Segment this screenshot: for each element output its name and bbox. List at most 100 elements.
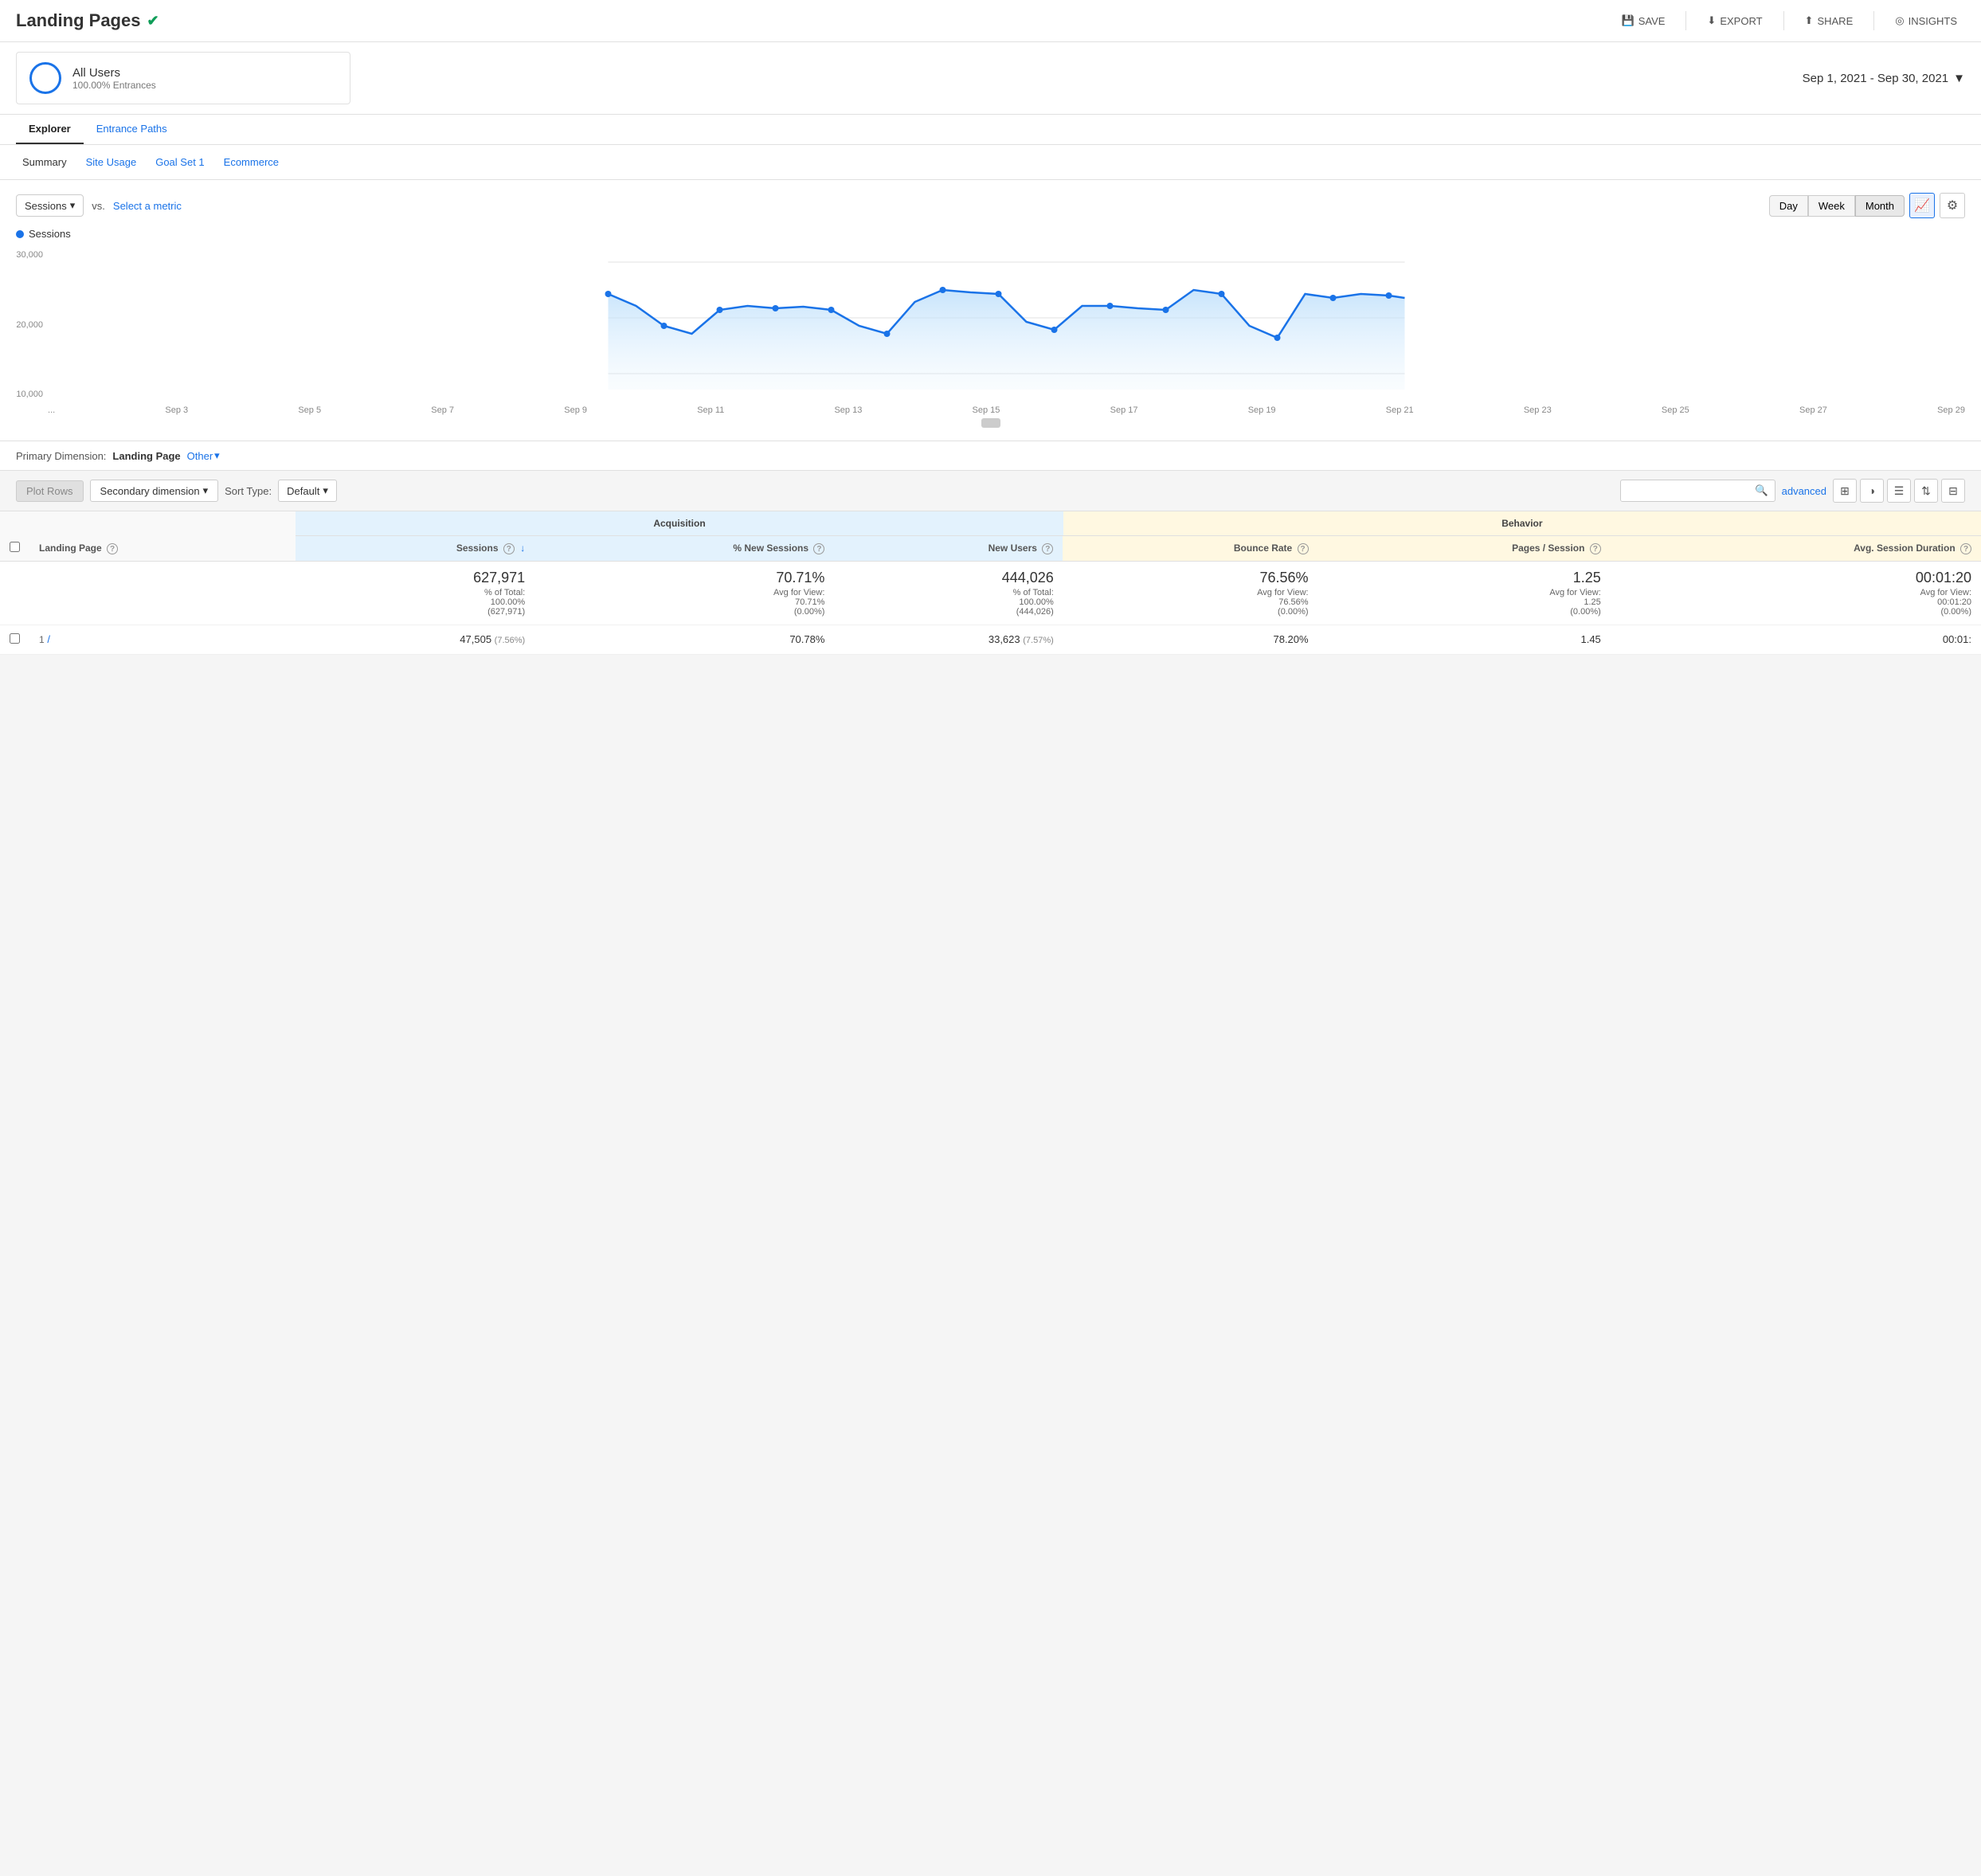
chevron-down-icon-sort: ▾: [323, 484, 328, 497]
page-title-section: Landing Pages ✔: [16, 10, 159, 31]
sort-type-label: Sort Type:: [225, 485, 272, 497]
scroll-handle-icon[interactable]: [981, 418, 1000, 428]
totals-bounce-cell: 76.56% Avg for View: 76.56% (0.00%): [1063, 562, 1318, 625]
subtab-goal-set[interactable]: Goal Set 1: [149, 153, 210, 171]
secondary-dimension-button[interactable]: Secondary dimension ▾: [90, 480, 219, 502]
day-button[interactable]: Day: [1769, 195, 1808, 217]
x-label-sep25: Sep 25: [1662, 405, 1689, 415]
row1-page-cell: 1 /: [29, 625, 296, 655]
sessions-chart: [48, 246, 1965, 405]
search-button[interactable]: 🔍: [1748, 480, 1775, 501]
line-chart-icon: 📈: [1914, 198, 1930, 213]
pct-new-help-icon[interactable]: ?: [813, 543, 824, 554]
behavior-group-header: Behavior: [1063, 511, 1981, 536]
totals-pages-cell: 1.25 Avg for View: 1.25 (0.00%): [1318, 562, 1611, 625]
pivot-icon: ⊟: [1948, 484, 1958, 498]
subtab-site-usage[interactable]: Site Usage: [80, 153, 143, 171]
totals-bounce-value: 76.56%: [1073, 570, 1309, 586]
totals-pct-new-cell: 70.71% Avg for View: 70.71% (0.00%): [534, 562, 834, 625]
date-range-selector[interactable]: Sep 1, 2021 - Sep 30, 2021 ▼: [1803, 72, 1965, 85]
other-label: Other: [187, 450, 213, 462]
line-chart-button[interactable]: 📈: [1909, 193, 1935, 218]
dropdown-arrow-icon: ▾: [70, 199, 76, 212]
month-button[interactable]: Month: [1855, 195, 1905, 217]
primary-dimension-value: Landing Page: [112, 450, 180, 462]
row1-sessions-value: 47,505: [460, 633, 491, 645]
pie-icon: ◑: [1869, 484, 1875, 497]
new-users-header: New Users ?: [834, 536, 1063, 562]
list-icon: ☰: [1894, 484, 1905, 498]
insights-button[interactable]: ◎ INSIGHTS: [1887, 10, 1965, 32]
secondary-dim-label: Secondary dimension: [100, 485, 200, 497]
row1-checkbox[interactable]: [10, 633, 20, 644]
chevron-down-icon-sec: ▾: [203, 484, 209, 497]
export-button[interactable]: ⬇ EXPORT: [1699, 10, 1770, 32]
landing-page-header: Landing Page ?: [29, 511, 296, 562]
scatter-chart-button[interactable]: ⚙: [1940, 193, 1965, 218]
select-metric-link[interactable]: Select a metric: [113, 200, 182, 212]
compare-view-button[interactable]: ⇅: [1914, 479, 1938, 503]
totals-bounce-sub: Avg for View: 76.56% (0.00%): [1073, 588, 1309, 617]
x-label-sep29: Sep 29: [1937, 405, 1965, 415]
totals-pct-new-sub: Avg for View: 70.71% (0.00%): [544, 588, 824, 617]
x-label-sep9: Sep 9: [564, 405, 587, 415]
row1-pct-new-cell: 70.78%: [534, 625, 834, 655]
row1-page-link[interactable]: /: [47, 633, 50, 645]
subtab-ecommerce[interactable]: Ecommerce: [217, 153, 285, 171]
chart-left-controls: Sessions ▾ vs. Select a metric: [16, 194, 182, 217]
pie-view-button[interactable]: ◑: [1860, 479, 1884, 503]
main-tabs: Explorer Entrance Paths: [0, 115, 1981, 145]
tab-explorer[interactable]: Explorer: [16, 115, 84, 144]
landing-page-help-icon[interactable]: ?: [107, 543, 118, 554]
chart-plot-area: ... Sep 3 Sep 5 Sep 7 Sep 9 Sep 11 Sep 1…: [48, 246, 1965, 415]
x-label-sep19: Sep 19: [1248, 405, 1276, 415]
y-label-10k: 10,000: [16, 390, 43, 399]
pages-session-header: Pages / Session ?: [1318, 536, 1611, 562]
tab-entrance-paths[interactable]: Entrance Paths: [84, 115, 180, 144]
x-label-sep11: Sep 11: [697, 405, 724, 415]
search-box: 🔍: [1620, 480, 1775, 502]
totals-sessions-sub1: % of Total: 100.00% (627,971): [305, 588, 525, 617]
search-input[interactable]: [1621, 481, 1748, 501]
list-view-button[interactable]: ☰: [1887, 479, 1911, 503]
totals-pages-sub: Avg for View: 1.25 (0.00%): [1328, 588, 1601, 617]
other-dimension-selector[interactable]: Other ▾: [187, 449, 220, 462]
grid-icon: ⊞: [1840, 484, 1850, 498]
view-buttons: ⊞ ◑ ☰ ⇅ ⊟: [1833, 479, 1965, 503]
bounce-help-icon[interactable]: ?: [1298, 543, 1309, 554]
pages-help-icon[interactable]: ?: [1590, 543, 1601, 554]
separator-3: [1873, 11, 1874, 30]
plot-rows-button[interactable]: Plot Rows: [16, 480, 84, 502]
x-label-sep23: Sep 23: [1524, 405, 1552, 415]
metric-selector[interactable]: Sessions ▾: [16, 194, 84, 217]
select-all-checkbox[interactable]: [10, 542, 20, 552]
x-label-sep7: Sep 7: [431, 405, 454, 415]
subtab-summary[interactable]: Summary: [16, 153, 73, 171]
totals-sessions-value: 627,971: [305, 570, 525, 586]
data-table: Landing Page ? Acquisition Behavior Sess…: [0, 511, 1981, 655]
share-button[interactable]: ⬆ SHARE: [1797, 10, 1862, 32]
date-range-label: Sep 1, 2021 - Sep 30, 2021: [1803, 72, 1948, 85]
totals-pages-value: 1.25: [1328, 570, 1601, 586]
advanced-link[interactable]: advanced: [1782, 485, 1826, 497]
save-button[interactable]: 💾 SAVE: [1614, 10, 1674, 32]
row1-duration-value: 00:01:: [1943, 633, 1971, 645]
row1-bounce-cell: 78.20%: [1063, 625, 1318, 655]
totals-duration-sub: Avg for View: 00:01:20 (0.00%): [1620, 588, 1971, 617]
sub-tabs: Summary Site Usage Goal Set 1 Ecommerce: [0, 145, 1981, 180]
grid-view-button[interactable]: ⊞: [1833, 479, 1857, 503]
new-users-help-icon[interactable]: ?: [1042, 543, 1053, 554]
segment-name: All Users: [72, 66, 156, 80]
totals-new-users-value: 444,026: [844, 570, 1053, 586]
row1-pages-cell: 1.45: [1318, 625, 1611, 655]
chart-scroll-handle[interactable]: [16, 418, 1965, 428]
avg-help-icon[interactable]: ?: [1960, 543, 1971, 554]
sort-type-select[interactable]: Default ▾: [278, 480, 337, 502]
pivot-view-button[interactable]: ⊟: [1941, 479, 1965, 503]
sort-arrow-icon: ↓: [520, 542, 525, 554]
header-actions: 💾 SAVE ⬇ EXPORT ⬆ SHARE ◎ INSIGHTS: [1614, 10, 1965, 32]
chart-section: Sessions ▾ vs. Select a metric Day Week …: [0, 180, 1981, 441]
week-button[interactable]: Week: [1808, 195, 1855, 217]
totals-pct-new-value: 70.71%: [544, 570, 824, 586]
sessions-help-icon[interactable]: ?: [503, 543, 515, 554]
